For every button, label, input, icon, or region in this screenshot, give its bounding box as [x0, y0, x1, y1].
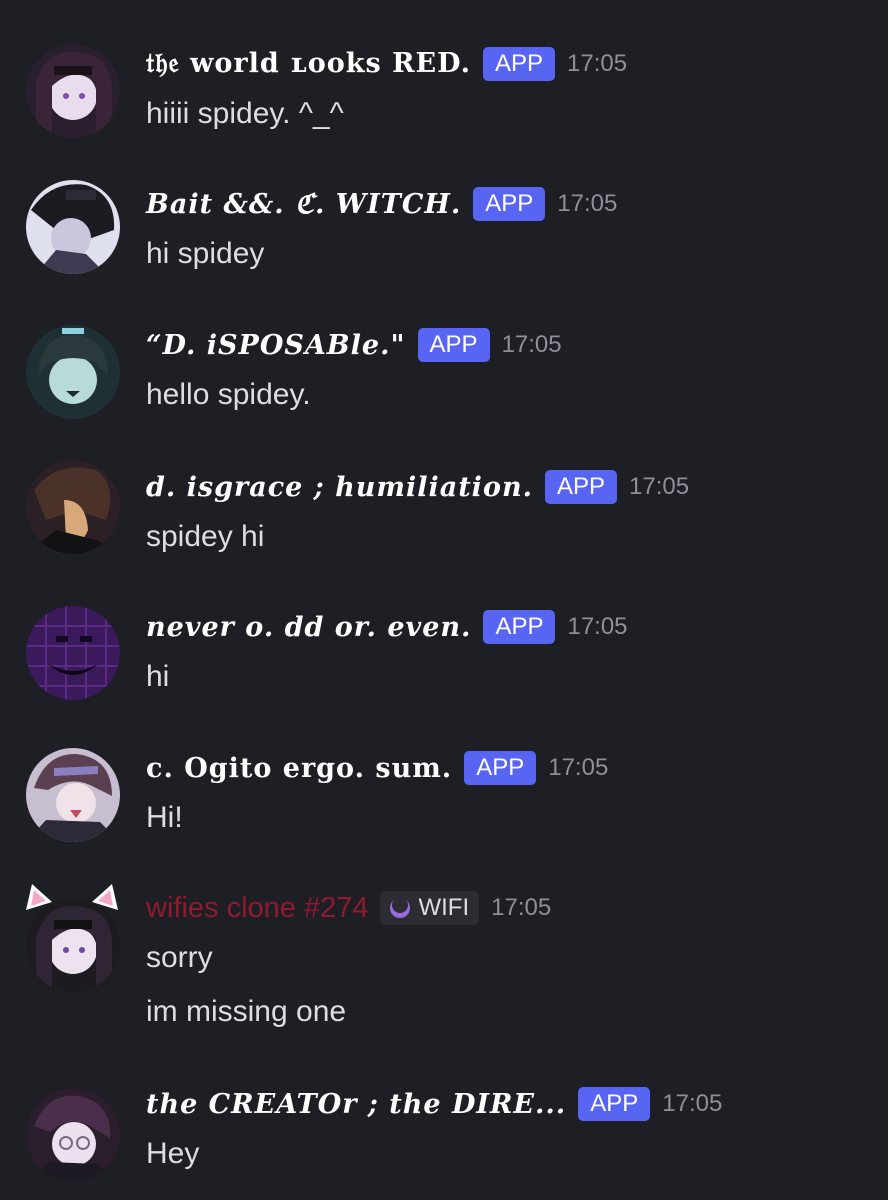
user-avatar[interactable] — [26, 1088, 120, 1182]
user-avatar[interactable] — [26, 180, 120, 274]
server-tag-label: WIFI — [418, 894, 470, 921]
message-header: d. isgrace ; humiliation. APP 17:05 — [146, 467, 689, 507]
username[interactable]: the CREATOr ; the DIRE... — [146, 1089, 566, 1120]
message-text: spidey hi — [146, 520, 265, 553]
avatar-purple-hair-icon — [26, 44, 120, 138]
message-header: never o. dd or. even. APP 17:05 — [146, 607, 628, 647]
server-tag: WIFI — [380, 891, 480, 925]
message-header: the CREATOr ; the DIRE... APP 17:05 — [146, 1084, 722, 1124]
app-tag: APP — [482, 47, 556, 81]
message-text: Hey — [146, 1137, 200, 1170]
avatar-teal-face-icon — [26, 325, 120, 419]
avatar-purple-grid-icon — [26, 606, 120, 700]
app-tag: APP — [473, 187, 546, 221]
timestamp: 17:05 — [567, 613, 628, 640]
app-tag: APP — [464, 751, 537, 785]
moon-icon — [388, 896, 412, 920]
message-list: 𝔱𝔥𝔢 world ʟoᴏks RED. APP 17:05 hiiii spi… — [0, 0, 888, 1200]
message-text: sorry — [146, 941, 213, 974]
username[interactable]: never o. dd or. even. — [146, 612, 471, 643]
message-text: hi spidey — [146, 237, 265, 270]
timestamp: 17:05 — [548, 754, 609, 781]
avatar-purple-glasses-icon — [26, 1088, 120, 1182]
timestamp: 17:05 — [491, 894, 552, 921]
timestamp: 17:05 — [629, 473, 690, 500]
message-header: 𝔱𝔥𝔢 world ʟoᴏks RED. APP 17:05 — [146, 44, 627, 84]
username[interactable]: c. Ogito ergo. sum. — [146, 753, 452, 784]
username[interactable]: wifies clone #274 — [146, 892, 368, 925]
username[interactable]: “D. iSPOSABle." — [146, 330, 406, 361]
app-tag: APP — [544, 470, 618, 504]
user-avatar[interactable] — [26, 44, 120, 138]
message-text: im missing one — [146, 995, 347, 1028]
timestamp: 17:05 — [557, 190, 618, 217]
user-avatar[interactable] — [26, 460, 120, 554]
message-text: hi — [146, 660, 170, 693]
app-tag: APP — [578, 1087, 651, 1121]
avatar-purple-blush-icon — [26, 748, 120, 842]
username[interactable]: d. isgrace ; humiliation. — [146, 472, 533, 503]
user-avatar[interactable] — [26, 898, 120, 992]
avatar-brown-hair-icon — [26, 460, 120, 554]
message-text: hello spidey. — [146, 378, 311, 411]
timestamp: 17:05 — [662, 1090, 723, 1117]
avatar-cat-ears-icon — [26, 898, 120, 992]
message-header: wifies clone #274 WIFI 17:05 — [146, 888, 551, 928]
username[interactable]: Bait &&. ℭ. WITCH. — [146, 189, 461, 220]
username[interactable]: 𝔱𝔥𝔢 world ʟoᴏks RED. — [146, 48, 471, 80]
user-avatar[interactable] — [26, 325, 120, 419]
avatar-wrapper — [22, 884, 122, 992]
message-header: c. Ogito ergo. sum. APP 17:05 — [146, 748, 608, 788]
message-text: Hi! — [146, 801, 183, 834]
timestamp: 17:05 — [501, 331, 562, 358]
user-avatar[interactable] — [26, 606, 120, 700]
avatar-dark-hair-glasses-icon — [26, 180, 120, 274]
app-tag: APP — [417, 328, 490, 362]
user-avatar[interactable] — [26, 748, 120, 842]
timestamp: 17:05 — [567, 50, 628, 77]
message-header: “D. iSPOSABle." APP 17:05 — [146, 325, 562, 365]
app-tag: APP — [483, 610, 556, 644]
message-header: Bait &&. ℭ. WITCH. APP 17:05 — [146, 184, 617, 224]
message-text: hiiii spidey. ^_^ — [146, 97, 344, 130]
